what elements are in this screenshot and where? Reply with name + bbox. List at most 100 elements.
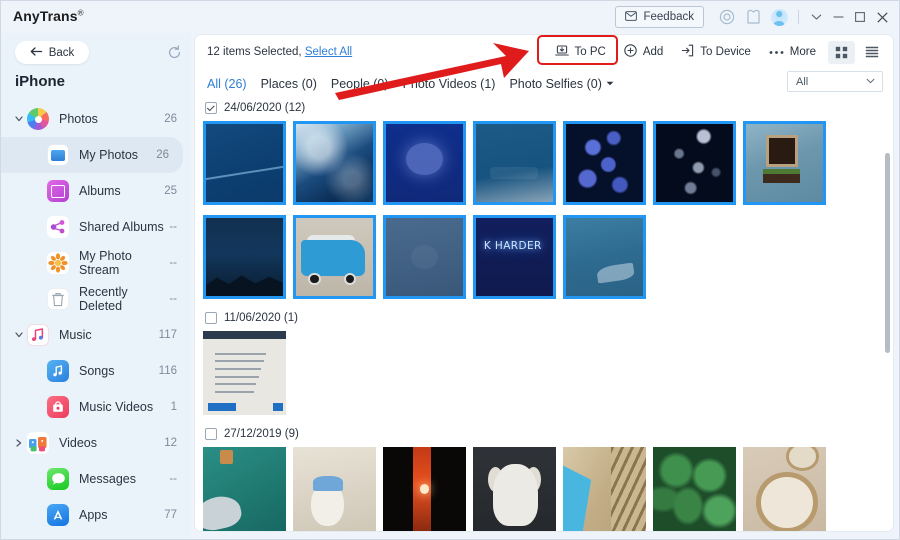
photo-snowman[interactable] [293, 447, 376, 531]
photo-coral[interactable] [563, 121, 646, 205]
photo-grey-blue[interactable] [383, 215, 466, 299]
sidebar-item-recently-deleted[interactable]: Recently Deleted -- [1, 281, 191, 317]
sidebar-item-my-photo-stream[interactable]: My Photo Stream -- [1, 245, 191, 281]
photos-icon [27, 108, 49, 130]
photo-blue-flat[interactable] [473, 121, 556, 205]
tab-people[interactable]: People (0) [331, 77, 389, 91]
sidebar-item-photos[interactable]: Photos 26 [1, 101, 191, 137]
thumbnail-image [386, 218, 463, 296]
photo-ocean-surf[interactable] [563, 215, 646, 299]
selection-status: 12 items Selected, Select All [207, 46, 352, 58]
sidebar-item-songs[interactable]: Songs 116 [1, 353, 191, 389]
photo-sunset-gap[interactable] [383, 447, 466, 531]
refresh-icon[interactable] [167, 45, 182, 60]
thumbnail-image [566, 218, 643, 296]
sidebar-item-count: 12 [164, 437, 177, 449]
more-label: More [789, 46, 816, 58]
photo-jellyfish[interactable] [383, 121, 466, 205]
sidebar-item-count: -- [169, 473, 177, 485]
sidebar-item-label: Songs [79, 364, 115, 378]
tab-photo-selfies[interactable]: Photo Selfies (0) [509, 77, 614, 91]
thumbnail-image [383, 447, 466, 531]
thumbnail-row [195, 447, 893, 531]
sidebar-item-messages[interactable]: Messages -- [1, 461, 191, 497]
photo-plate-cup[interactable] [743, 447, 826, 531]
date-group-checkbox[interactable] [205, 428, 217, 440]
minimize-button[interactable] [827, 5, 849, 29]
sidebar-item-label: My Photo Stream [79, 249, 132, 277]
photo-grid[interactable]: 24/06/2020 (12) K HARDER 11/06/2020 (1) 27/… [195, 99, 893, 531]
date-group-checkbox[interactable] [205, 102, 217, 114]
to-device-button[interactable]: To Device [672, 40, 760, 64]
photo-wall-planter[interactable] [743, 121, 826, 205]
to-pc-icon [554, 44, 569, 60]
thumbnail-image [203, 447, 286, 531]
music-icon [27, 324, 49, 346]
selection-count-label: 12 items Selected, [207, 46, 302, 58]
sidebar-item-shared-albums[interactable]: Shared Albums -- [1, 209, 191, 245]
photo-jellyfish-group[interactable] [653, 121, 736, 205]
photo-document-scan[interactable] [203, 331, 286, 415]
filter-select[interactable]: All [787, 71, 883, 92]
search-icon[interactable] [714, 5, 740, 29]
grid-view-icon[interactable] [828, 40, 855, 64]
photo-teal-car[interactable] [203, 447, 286, 531]
shirt-icon[interactable] [740, 5, 766, 29]
photo-stairs-pool[interactable] [563, 447, 646, 531]
thumbnail-row [195, 331, 893, 425]
sidebar-item-label: Music [59, 328, 92, 342]
to-pc-button[interactable]: To PC [546, 40, 615, 64]
more-button[interactable]: More [760, 40, 825, 64]
tab-label: Photo Videos (1) [402, 77, 496, 91]
sidebar-item-music[interactable]: Music 117 [1, 317, 191, 353]
thumbnail-image [743, 447, 826, 531]
photo-neon-sign[interactable]: K HARDER [473, 215, 556, 299]
sidebar-item-videos[interactable]: Videos 12 [1, 425, 191, 461]
list-view-icon[interactable] [858, 41, 885, 64]
to-pc-highlight-wrap: To PC [536, 35, 618, 65]
photo-white-dog[interactable] [473, 447, 556, 531]
date-group-checkbox[interactable] [205, 312, 217, 324]
thumbnail-image [653, 447, 736, 531]
feedback-label: Feedback [643, 11, 694, 23]
tab-photo-videos[interactable]: Photo Videos (1) [403, 77, 496, 91]
chevron-down-icon[interactable] [805, 5, 827, 29]
sidebar-item-label: Photos [59, 112, 98, 126]
vertical-scrollbar[interactable] [885, 153, 890, 353]
photo-blue-van[interactable] [293, 215, 376, 299]
thumbnail-image [386, 124, 463, 202]
musicvid-icon [47, 396, 69, 418]
thumbnail-image [563, 447, 646, 531]
thumbnail-image [206, 124, 283, 202]
chevron-down-icon[interactable] [11, 332, 27, 338]
sidebar-item-label: Apps [79, 508, 108, 522]
sidebar-item-count: 77 [164, 509, 177, 521]
photo-deep-blue[interactable] [203, 121, 286, 205]
sidebar-item-count: 117 [158, 329, 177, 341]
select-all-link[interactable]: Select All [305, 46, 352, 58]
to-device-icon [681, 44, 694, 60]
sidebar-item-label: Videos [59, 436, 97, 450]
sidebar-item-label: Messages [79, 472, 136, 486]
avatar[interactable] [766, 5, 792, 29]
photo-night-mountain[interactable] [203, 215, 286, 299]
photo-green-leaf[interactable] [653, 447, 736, 531]
chevron-down-icon[interactable] [11, 116, 27, 122]
tab-places[interactable]: Places (0) [261, 77, 317, 91]
photo-ocean-waves[interactable] [293, 121, 376, 205]
chevron-down-icon [866, 77, 875, 86]
chevron-right-icon[interactable] [11, 439, 27, 447]
sidebar-item-apps[interactable]: Apps 77 [1, 497, 191, 533]
chevron-down-icon[interactable] [606, 81, 614, 88]
close-button[interactable] [871, 5, 893, 29]
back-button[interactable]: Back [15, 41, 89, 64]
add-button[interactable]: Add [615, 40, 672, 64]
sidebar-item-music-videos[interactable]: Music Videos 1 [1, 389, 191, 425]
feedback-button[interactable]: Feedback [615, 6, 704, 28]
tab-all[interactable]: All (26) [207, 77, 247, 91]
sidebar-item-my-photos[interactable]: My Photos 26 [1, 137, 183, 173]
sidebar-item-albums[interactable]: Albums 25 [1, 173, 191, 209]
thumbnail-image [476, 124, 553, 202]
sidebar-item-count: 116 [158, 365, 177, 377]
maximize-button[interactable] [849, 5, 871, 29]
